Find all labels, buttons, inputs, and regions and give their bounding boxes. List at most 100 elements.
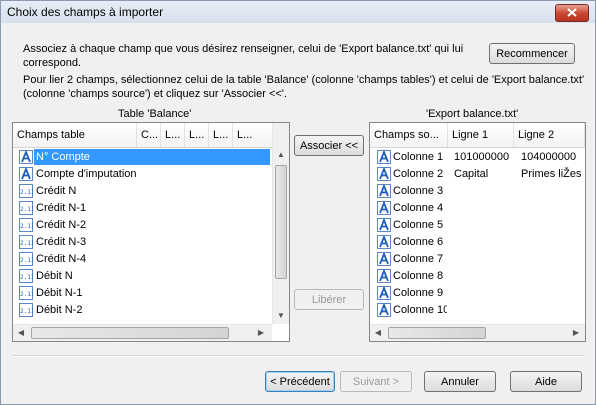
numeric-field-icon: 2.11 — [19, 235, 35, 249]
table-row[interactable]: 2.11Débit N-2 — [13, 302, 272, 319]
source-table-row[interactable]: Colonne 8 — [370, 268, 585, 285]
footer-divider — [12, 355, 584, 357]
instruction-line-4: (colonne 'champs source') et cliquez sur… — [23, 88, 287, 100]
table-row[interactable]: N° Compte — [13, 149, 272, 166]
associate-button[interactable]: Associer << — [294, 135, 364, 156]
right-table-caption: 'Export balance.txt' — [426, 108, 519, 120]
source-table-row[interactable]: Colonne 9 — [370, 285, 585, 302]
svg-text:2.11: 2.11 — [20, 308, 33, 315]
ligne-1-cell — [454, 302, 514, 319]
text-field-icon — [377, 285, 391, 300]
ligne-2-cell: Primes liŽes — [521, 168, 582, 180]
table-row[interactable]: 2.11Débit N-1 — [13, 285, 272, 302]
hscrollbar-thumb[interactable] — [31, 327, 229, 339]
source-field-label: Colonne 5 — [393, 219, 444, 231]
ligne-1-cell — [454, 200, 514, 217]
source-field-label: Colonne 1 — [393, 151, 444, 163]
next-button[interactable]: Suivant > — [340, 371, 412, 392]
ligne-2-cell — [521, 268, 583, 285]
svg-text:2.11: 2.11 — [20, 223, 33, 230]
close-button[interactable] — [555, 4, 589, 22]
source-field-label: Colonne 2 — [393, 168, 444, 180]
ligne-2-cell — [521, 234, 583, 251]
text-field-icon — [377, 166, 391, 181]
scroll-left-arrow-icon[interactable]: ◀ — [13, 325, 29, 341]
table-row[interactable]: 2.11Crédit N-3 — [13, 234, 272, 251]
column-header-champs-table[interactable]: Champs table — [13, 123, 137, 147]
restart-button[interactable]: Recommencer — [489, 43, 575, 64]
column-header-l2[interactable]: L... — [185, 123, 209, 147]
unlink-button[interactable]: Libérer — [294, 289, 364, 310]
ligne-2-cell — [521, 251, 583, 268]
vertical-scrollbar[interactable]: ▲ ▼ — [272, 123, 289, 324]
instruction-line-2: correspond. — [23, 57, 82, 69]
text-field-icon — [19, 149, 33, 164]
numeric-field-icon: 2.11 — [19, 184, 35, 198]
cancel-button[interactable]: Annuler — [424, 371, 496, 392]
title-bar: Choix des champs à importer — [1, 1, 595, 23]
row-label: Débit N — [36, 270, 73, 282]
source-field-label: Colonne 4 — [393, 202, 444, 214]
source-horizontal-scrollbar[interactable]: ◀ ▶ — [370, 324, 585, 341]
column-header-l3[interactable]: L... — [209, 123, 233, 147]
table-row[interactable]: 2.11Crédit N-1 — [13, 200, 272, 217]
dialog-content: Associez à chaque champ que vous désirez… — [2, 23, 594, 403]
ligne-1-cell — [454, 251, 514, 268]
text-field-icon — [377, 234, 391, 249]
previous-button[interactable]: < Précédent — [265, 371, 335, 392]
scroll-right-arrow-icon[interactable]: ▶ — [253, 325, 269, 341]
instruction-line-1: Associez à chaque champ que vous désirez… — [23, 43, 464, 55]
source-table-row[interactable]: Colonne 1 101000000 104000000 — [370, 149, 585, 166]
table-balance-grid[interactable]: Champs table C... L... L... L... L... N°… — [12, 122, 290, 342]
help-button[interactable]: Aide — [510, 371, 582, 392]
table-row[interactable]: 2.11Crédit N-4 — [13, 251, 272, 268]
column-header-l4[interactable]: L... — [233, 123, 273, 147]
svg-text:2.11: 2.11 — [20, 189, 33, 196]
column-header-champs-source[interactable]: Champs so... — [370, 123, 448, 147]
source-hscrollbar-thumb[interactable] — [388, 327, 486, 339]
scrollbar-thumb[interactable] — [275, 165, 287, 279]
table-row[interactable]: 2.11Crédit N — [13, 183, 272, 200]
numeric-field-icon: 2.11 — [19, 286, 35, 300]
text-field-icon — [377, 251, 391, 266]
source-table-row[interactable]: Colonne 2 Capital Primes liŽes — [370, 166, 585, 183]
ligne-2-cell — [521, 217, 583, 234]
ligne-1-cell: Capital — [454, 168, 489, 180]
numeric-field-icon: 2.11 — [19, 303, 35, 317]
column-header-c[interactable]: C... — [137, 123, 161, 147]
row-label: Crédit N-4 — [36, 253, 87, 265]
table-row[interactable]: 2.11Crédit N-2 — [13, 217, 272, 234]
text-field-icon — [377, 217, 391, 232]
window-title: Choix des champs à importer — [7, 5, 164, 19]
source-table-row[interactable]: Colonne 3 — [370, 183, 585, 200]
table-row[interactable]: Compte d'imputation — [13, 166, 272, 183]
column-header-l1[interactable]: L... — [161, 123, 185, 147]
ligne-2-cell — [521, 302, 583, 319]
text-field-icon — [377, 149, 391, 164]
ligne-1-cell — [454, 268, 514, 285]
table-row[interactable]: 2.11Débit N — [13, 268, 272, 285]
scroll-up-arrow-icon[interactable]: ▲ — [273, 147, 289, 163]
source-table-row[interactable]: Colonne 6 — [370, 234, 585, 251]
source-table-row[interactable]: Colonne 10 — [370, 302, 585, 319]
numeric-field-icon: 2.11 — [19, 252, 35, 266]
source-scroll-right-arrow-icon[interactable]: ▶ — [568, 325, 584, 341]
row-label: Débit N-2 — [36, 304, 83, 316]
source-table-row[interactable]: Colonne 5 — [370, 217, 585, 234]
row-label: Crédit N — [36, 185, 77, 197]
ligne-1-cell — [454, 234, 514, 251]
source-scroll-left-arrow-icon[interactable]: ◀ — [370, 325, 386, 341]
row-label: Compte d'imputation — [36, 168, 137, 180]
scroll-down-arrow-icon[interactable]: ▼ — [273, 308, 289, 324]
ligne-2-cell: 104000000 — [521, 151, 577, 163]
source-field-label: Colonne 3 — [393, 185, 444, 197]
source-table-header: Champs so... Ligne 1 Ligne 2 — [370, 123, 585, 148]
source-table-row[interactable]: Colonne 7 — [370, 251, 585, 268]
numeric-field-icon: 2.11 — [19, 201, 35, 215]
horizontal-scrollbar[interactable]: ◀ ▶ — [13, 324, 272, 341]
source-file-grid[interactable]: Champs so... Ligne 1 Ligne 2 Colonne 1 10… — [369, 122, 586, 342]
column-header-ligne-1[interactable]: Ligne 1 — [448, 123, 514, 147]
source-table-row[interactable]: Colonne 4 — [370, 200, 585, 217]
ligne-1-cell — [454, 183, 514, 200]
column-header-ligne-2[interactable]: Ligne 2 — [514, 123, 585, 147]
